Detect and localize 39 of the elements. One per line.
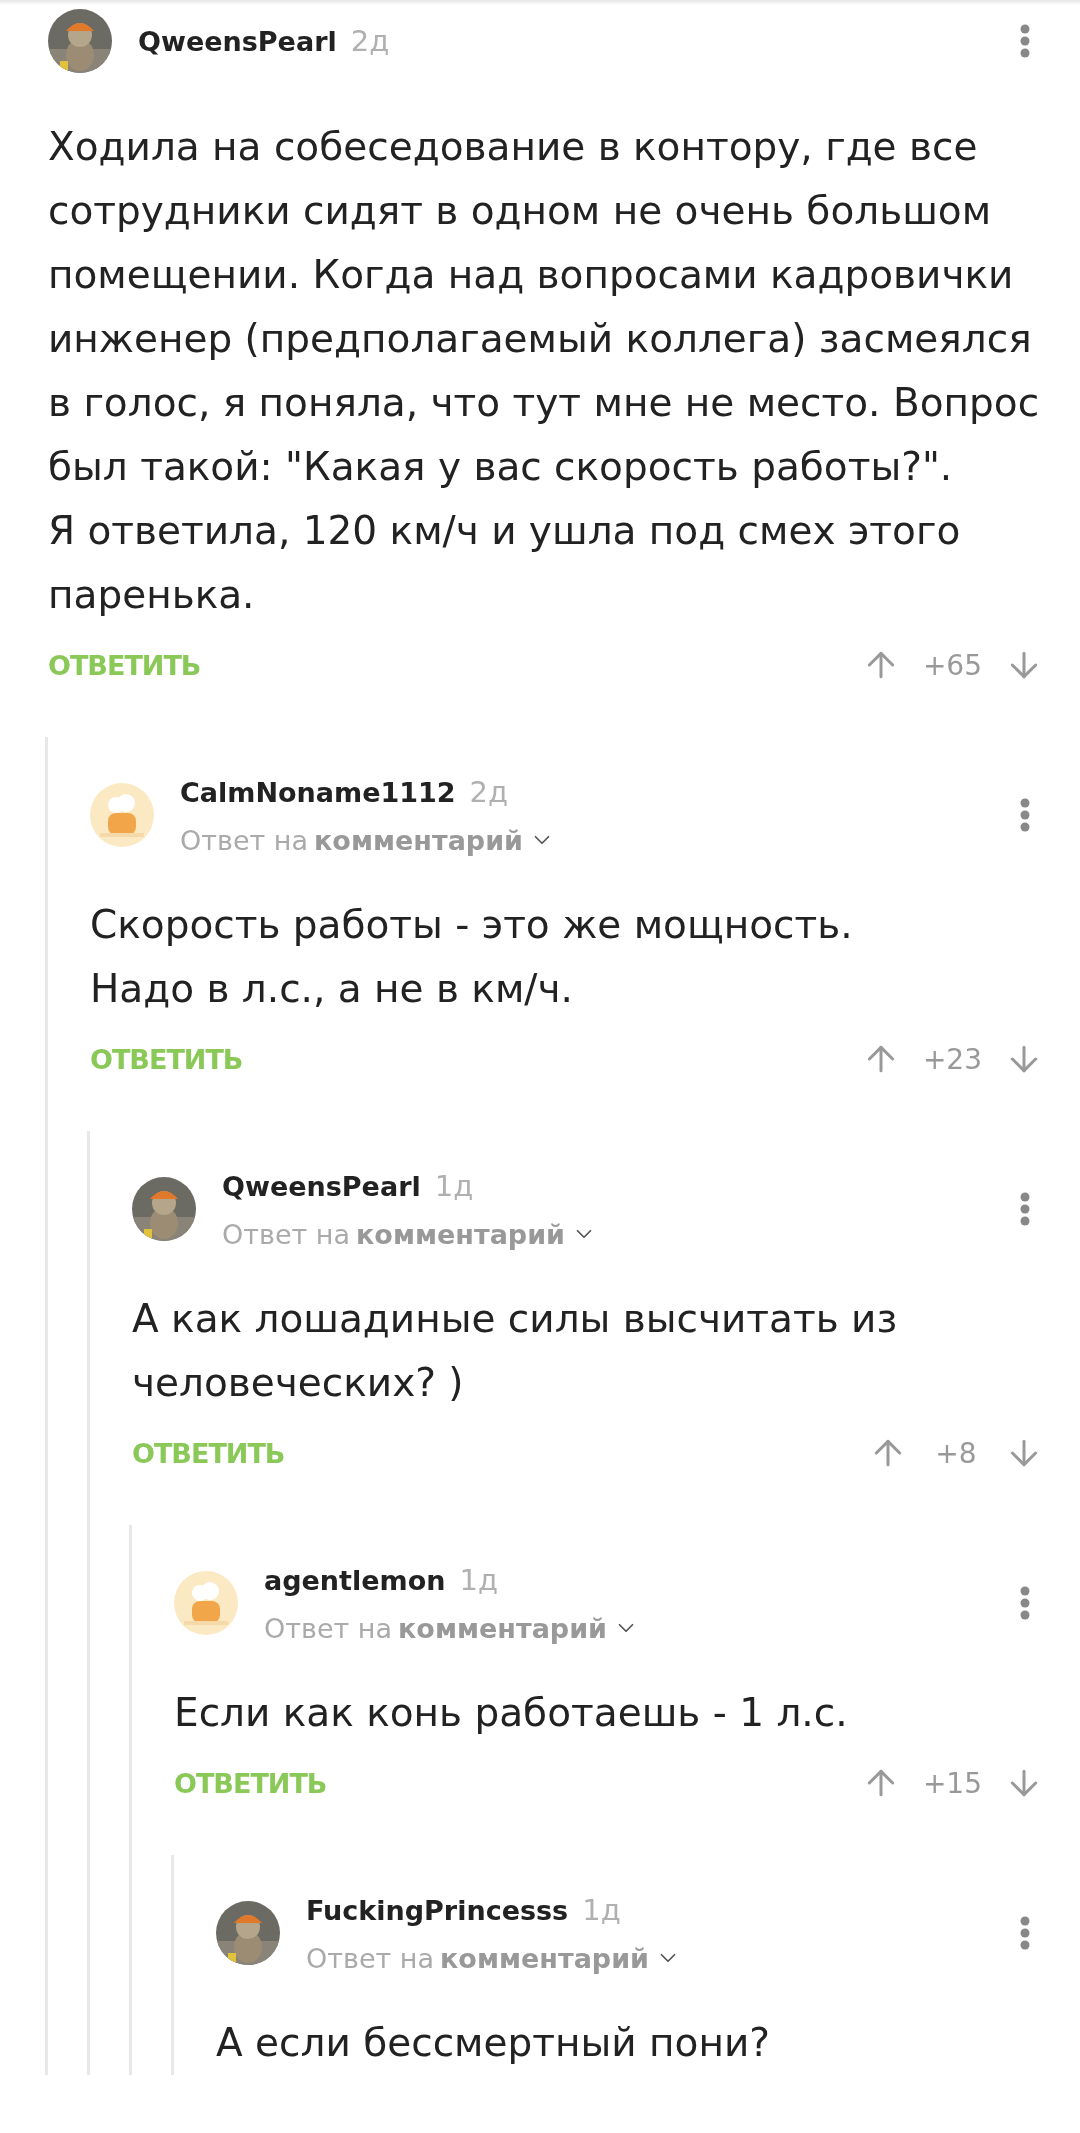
more-button[interactable] — [1020, 798, 1030, 832]
comment-score: +23 — [922, 1042, 982, 1076]
comment-time: 2д — [469, 774, 509, 809]
more-icon — [1020, 1916, 1030, 1950]
comment-text: Надо в л.с., а не в км/ч. — [90, 965, 574, 1013]
comment-time: 1д — [434, 1168, 474, 1203]
author-name[interactable]: QweensPearl — [222, 1170, 421, 1202]
comment-text: А если бессмертный пони? — [216, 2019, 771, 2067]
comment-text: Скорость работы - это же мощность. — [90, 901, 854, 949]
more-icon — [1020, 1586, 1030, 1620]
comment-score: +65 — [922, 648, 982, 682]
comment-time: 1д — [459, 1562, 498, 1597]
more-button[interactable] — [1020, 1916, 1030, 1950]
comment-text: Если как конь работаешь - 1 л.с. — [174, 1689, 849, 1737]
author-name[interactable]: CalmNoname1112 — [180, 776, 456, 808]
more-button[interactable] — [1020, 24, 1030, 58]
comment-time: 1д — [582, 1892, 621, 1927]
more-icon — [1020, 1192, 1030, 1226]
more-icon — [1020, 24, 1030, 58]
author-name[interactable]: agentlemon — [264, 1564, 446, 1596]
reply-to-link[interactable]: Ответ на комментарий — [222, 1218, 994, 1250]
reply-button[interactable]: ОТВЕТИТЬ — [132, 1437, 285, 1469]
more-icon — [1020, 798, 1030, 832]
comment-text: Я ответила, 120 км/ч и ушла под смех этого паренька. — [48, 507, 962, 619]
more-button[interactable] — [1020, 1192, 1030, 1226]
reply-button[interactable]: ОТВЕТИТЬ — [174, 1767, 327, 1799]
reply-to-link[interactable]: Ответ на комментарий — [264, 1612, 994, 1644]
more-button[interactable] — [1020, 1586, 1030, 1620]
reply-to-link[interactable]: Ответ на комментарий — [180, 824, 994, 856]
reply-to-link[interactable]: Ответ на комментарий — [306, 1942, 994, 1974]
reply-button[interactable]: ОТВЕТИТЬ — [48, 649, 201, 681]
comment-time: 2д — [350, 24, 390, 58]
comment-text: Ходила на собеседование в контору, где все сотрудники сидят в одном не очень большом помещении. Когда над вопросами кадровички инженер (предполагаемый коллега) засмеялся в голос, я поняла, что тут мне не место. Вопрос был такой: "Какая у вас скорость работы?". — [48, 123, 1041, 491]
author-name[interactable]: QweensPearl — [138, 26, 337, 57]
comment-text: А как лошадиные силы высчитать из человеческих? ) — [132, 1295, 899, 1407]
reply-button[interactable]: ОТВЕТИТЬ — [90, 1043, 243, 1075]
comment-score: +8 — [934, 1436, 978, 1470]
author-name[interactable]: FuckingPrincesss — [306, 1894, 569, 1926]
comment-score: +15 — [922, 1766, 982, 1800]
